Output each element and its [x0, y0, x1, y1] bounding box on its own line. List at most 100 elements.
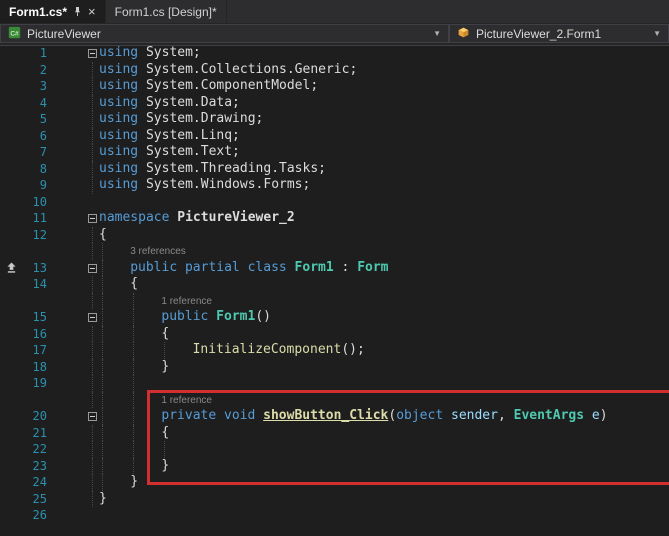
line-number[interactable]: 21 — [22, 425, 49, 442]
code-line[interactable]: 17 InitializeComponent(); — [0, 342, 669, 359]
codelens-references-link[interactable]: 1 reference — [161, 296, 212, 307]
line-number[interactable]: 24 — [22, 474, 49, 491]
code-text[interactable]: { — [99, 326, 669, 343]
line-number[interactable] — [22, 293, 49, 310]
fold-collapse-icon[interactable] — [88, 264, 97, 273]
code-text[interactable]: } — [99, 359, 669, 376]
code-line[interactable]: 11 namespace PictureViewer_2 — [0, 210, 669, 227]
code-line[interactable]: 20 private void showButton_Click(object s… — [0, 408, 669, 425]
code-line[interactable]: 14 { — [0, 276, 669, 293]
tab-form1-cs[interactable]: Form1.cs* × — [0, 0, 106, 23]
code-text[interactable]: private void showButton_Click(object sen… — [99, 408, 669, 425]
code-line[interactable]: 2 using System.Collections.Generic; — [0, 62, 669, 79]
line-number[interactable]: 2 — [22, 62, 49, 79]
line-number[interactable]: 11 — [22, 210, 49, 227]
code-text[interactable]: 1 reference — [99, 293, 669, 310]
code-line[interactable]: 25} — [0, 491, 669, 508]
code-editor[interactable]: 1 using System; 2 using System.Collections.… — [0, 45, 669, 536]
code-text[interactable]: namespace PictureViewer_2 — [99, 210, 669, 227]
line-number[interactable]: 23 — [22, 458, 49, 475]
code-line[interactable]: 13 public partial class Form1 : Form — [0, 260, 669, 277]
fold-collapse-icon[interactable] — [88, 214, 97, 223]
code-line[interactable]: 5 using System.Drawing; — [0, 111, 669, 128]
code-line[interactable]: 10 — [0, 194, 669, 211]
code-line[interactable]: 26 — [0, 507, 669, 524]
code-line[interactable]: 9 using System.Windows.Forms; — [0, 177, 669, 194]
chevron-down-icon[interactable]: ▼ — [433, 29, 441, 38]
line-number[interactable]: 1 — [22, 45, 49, 62]
codelens-row[interactable]: 1 reference — [0, 392, 669, 409]
code-text[interactable]: using System.Drawing; — [99, 111, 669, 128]
codelens-row[interactable]: 3 references — [0, 243, 669, 260]
project-dropdown[interactable]: C# PictureViewer ▼ — [0, 24, 449, 43]
code-text[interactable]: using System.Linq; — [99, 128, 669, 145]
line-number[interactable]: 18 — [22, 359, 49, 376]
line-number[interactable] — [22, 392, 49, 409]
line-number[interactable]: 26 — [22, 507, 49, 524]
code-line[interactable]: 21 { — [0, 425, 669, 442]
line-number[interactable]: 3 — [22, 78, 49, 95]
code-text[interactable]: } — [99, 458, 669, 475]
codelens-row[interactable]: 1 reference — [0, 293, 669, 310]
line-number[interactable]: 14 — [22, 276, 49, 293]
type-dropdown[interactable]: PictureViewer_2.Form1 ▼ — [449, 24, 669, 43]
inheritance-margin-icon[interactable] — [0, 260, 22, 277]
code-text[interactable] — [99, 441, 669, 458]
code-text[interactable]: using System.Data; — [99, 95, 669, 112]
code-text[interactable]: InitializeComponent(); — [99, 342, 669, 359]
code-text[interactable] — [99, 194, 669, 211]
line-number[interactable]: 15 — [22, 309, 49, 326]
code-text[interactable] — [99, 375, 669, 392]
code-text[interactable]: using System; — [99, 45, 669, 62]
code-line[interactable]: 4 using System.Data; — [0, 95, 669, 112]
line-number[interactable]: 16 — [22, 326, 49, 343]
code-line[interactable]: 8 using System.Threading.Tasks; — [0, 161, 669, 178]
tab-form1-cs-design[interactable]: Form1.cs [Design]* — [106, 0, 227, 23]
pin-icon[interactable] — [73, 6, 82, 17]
fold-collapse-icon[interactable] — [88, 313, 97, 322]
line-number[interactable]: 8 — [22, 161, 49, 178]
code-line[interactable]: 12 { — [0, 227, 669, 244]
code-line[interactable]: 22 — [0, 441, 669, 458]
codelens-references-link[interactable]: 3 references — [130, 246, 186, 257]
chevron-down-icon[interactable]: ▼ — [653, 29, 661, 38]
code-line[interactable]: 23} — [0, 458, 669, 475]
code-text[interactable]: using System.ComponentModel; — [99, 78, 669, 95]
code-text[interactable]: public Form1() — [99, 309, 669, 326]
code-line[interactable]: 16 { — [0, 326, 669, 343]
code-text[interactable]: using System.Text; — [99, 144, 669, 161]
code-text[interactable]: using System.Collections.Generic; — [99, 62, 669, 79]
code-line[interactable]: 6using System.Linq; — [0, 128, 669, 145]
code-text[interactable]: { — [99, 276, 669, 293]
code-line[interactable]: 24} — [0, 474, 669, 491]
line-number[interactable]: 20 — [22, 408, 49, 425]
line-number[interactable]: 9 — [22, 177, 49, 194]
close-icon[interactable]: × — [88, 5, 96, 18]
fold-collapse-icon[interactable] — [88, 412, 97, 421]
line-number[interactable]: 12 — [22, 227, 49, 244]
line-number[interactable]: 13 — [22, 260, 49, 277]
line-number[interactable]: 17 — [22, 342, 49, 359]
code-text[interactable]: 1 reference — [99, 392, 669, 409]
code-text[interactable]: 3 references — [99, 243, 669, 260]
line-number[interactable]: 4 — [22, 95, 49, 112]
codelens-references-link[interactable]: 1 reference — [161, 395, 212, 406]
line-number[interactable]: 7 — [22, 144, 49, 161]
line-number[interactable]: 25 — [22, 491, 49, 508]
code-text[interactable]: using System.Threading.Tasks; — [99, 161, 669, 178]
code-text[interactable]: { — [99, 227, 669, 244]
code-text[interactable]: public partial class Form1 : Form — [99, 260, 669, 277]
code-text[interactable]: { — [99, 425, 669, 442]
line-number[interactable] — [22, 243, 49, 260]
code-text[interactable]: using System.Windows.Forms; — [99, 177, 669, 194]
line-number[interactable]: 5 — [22, 111, 49, 128]
code-line[interactable]: 1 using System; — [0, 45, 669, 62]
line-number[interactable]: 10 — [22, 194, 49, 211]
code-text[interactable]: } — [99, 491, 669, 508]
fold-collapse-icon[interactable] — [88, 49, 97, 58]
code-line[interactable]: 3 using System.ComponentModel; — [0, 78, 669, 95]
line-number[interactable]: 22 — [22, 441, 49, 458]
code-text[interactable] — [99, 507, 669, 524]
code-line[interactable]: 7 using System.Text; — [0, 144, 669, 161]
code-line[interactable]: 18} — [0, 359, 669, 376]
